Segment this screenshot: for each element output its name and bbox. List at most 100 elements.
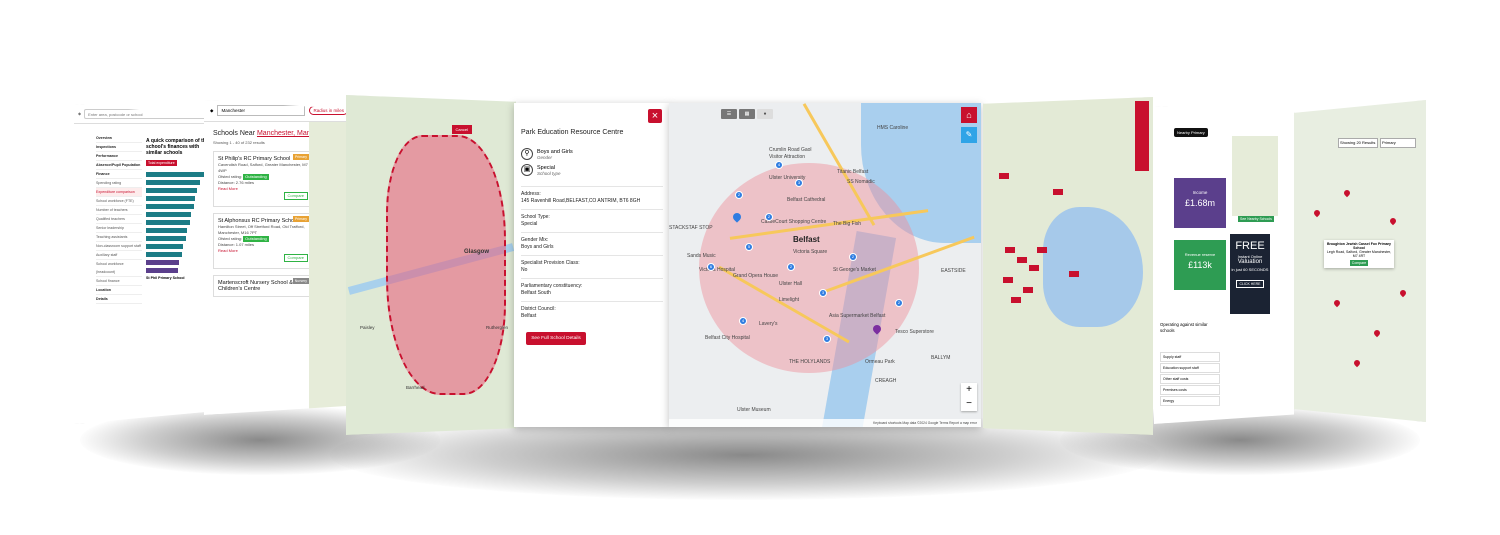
glasgow-map-screen[interactable]: Glasgow Paisley Barrhead Rutherglen Canc… — [346, 95, 516, 435]
nav-finance[interactable]: Finance — [96, 170, 142, 179]
see-nearby-button[interactable]: See Nearby Schools — [1238, 216, 1274, 222]
schools-near-screen: ◆ Manchester Radius in miles Schools Nea… — [204, 100, 354, 415]
cluster-marker[interactable]: 5 — [745, 243, 753, 251]
finance-overview-screen: Nearby Primary See Nearby Schools Income… — [1154, 106, 1294, 424]
school-card[interactable]: Primary St Philip's RC Primary School Ca… — [213, 151, 313, 207]
school-marker[interactable] — [1053, 189, 1063, 195]
title-prefix: Schools Near — [213, 130, 257, 137]
school-pin[interactable] — [1332, 298, 1342, 308]
nav-inspections[interactable]: Inspections — [96, 143, 142, 152]
regional-map-screen[interactable] — [983, 97, 1153, 435]
map-label: Ulster Hall — [779, 281, 803, 287]
nav-absence[interactable]: Absence/Pupil Population — [96, 161, 142, 170]
nav-expenditure[interactable]: Expenditure comparison — [96, 188, 142, 197]
school-card[interactable]: Primary St Alphonsus RC Primary School H… — [213, 213, 313, 269]
click-here-button[interactable]: CLICK HERE — [1236, 280, 1264, 288]
nav-headcount[interactable]: School workforce (headcount) — [96, 260, 142, 277]
nav-performance[interactable]: Performance — [96, 152, 142, 161]
school-pin[interactable] — [1398, 288, 1408, 298]
nav-noncls[interactable]: Non-classroom support staff — [96, 242, 142, 251]
school-title: Park Education Resource Centre — [521, 129, 624, 136]
nav-details[interactable]: Details — [96, 295, 142, 304]
nav-workforce[interactable]: School workforce (FTE) — [96, 197, 142, 206]
valuation-promo[interactable]: FREE Instant Online Valuation in just 60… — [1230, 234, 1270, 314]
grid-view-icon[interactable]: ▦ — [739, 109, 755, 119]
nav-aux[interactable]: Auxiliary staff — [96, 251, 142, 260]
school-marker[interactable] — [1069, 271, 1079, 277]
location-icon[interactable]: ● — [757, 109, 773, 119]
nav-spending[interactable]: Spending rating — [96, 179, 142, 188]
location-icon: ◆ — [78, 111, 82, 116]
cluster-marker[interactable]: 2 — [735, 191, 743, 199]
school-tooltip[interactable]: Broughton Jewish Cassel Fox Primary Scho… — [1324, 240, 1394, 268]
tab-total-expenditure[interactable]: Total expenditure — [146, 160, 177, 166]
people-icon: ⚲ — [521, 148, 533, 160]
catchment-area — [386, 135, 506, 395]
nearby-tag[interactable]: Nearby Primary — [1174, 128, 1208, 137]
school-marker[interactable] — [1037, 247, 1047, 253]
bar — [146, 172, 206, 177]
nav-senior[interactable]: Senior leadership — [96, 224, 142, 233]
promo-title: FREE — [1235, 240, 1265, 252]
compare-button[interactable]: Compare — [1349, 260, 1369, 266]
map-label: CREAGH — [875, 378, 897, 384]
cluster-marker[interactable]: 2 — [849, 253, 857, 261]
school-pin[interactable] — [1388, 216, 1398, 226]
school-marker[interactable] — [1005, 247, 1015, 253]
see-full-details-button[interactable]: See Full School Details — [526, 332, 586, 345]
school-marker[interactable] — [1029, 265, 1039, 271]
compare-button[interactable]: Compare — [283, 254, 308, 262]
school-card[interactable]: Nursery Martenscroft Nursery School & Ch… — [213, 275, 313, 297]
cluster-marker[interactable]: 4 — [775, 161, 783, 169]
search-input[interactable]: Enter area, postcode or school — [84, 108, 210, 119]
location-input[interactable]: Manchester — [217, 105, 306, 116]
nav-school-finance[interactable]: School finance — [96, 277, 142, 286]
radius-select[interactable]: Radius in miles — [309, 106, 348, 115]
cluster-marker[interactable]: 3 — [823, 335, 831, 343]
school-finder-map[interactable]: Showing 20 Results Primary Broughton Jew… — [1294, 100, 1426, 422]
map-label: Sands Music — [687, 253, 716, 259]
map-label: EASTSIDE — [941, 268, 966, 274]
map-label: Victoria Hospital — [699, 267, 736, 273]
map-label: Asia Supermarket Belfast — [829, 313, 886, 319]
cancel-button[interactable]: Cancel — [451, 125, 472, 134]
phase-select[interactable]: Primary — [1380, 138, 1416, 148]
map-label: Crumlin Road Gaol — [769, 147, 812, 153]
gender-row: ⚲ Boys and Girls Gender — [521, 148, 663, 160]
cluster-marker[interactable]: 3 — [819, 289, 827, 297]
cluster-marker[interactable]: 3 — [795, 179, 803, 187]
school-marker[interactable] — [1023, 287, 1033, 293]
nav-qualified[interactable]: Qualified teachers — [96, 215, 142, 224]
school-marker[interactable] — [1011, 297, 1021, 303]
bar — [146, 236, 186, 241]
school-marker[interactable] — [999, 173, 1009, 179]
cluster-marker[interactable]: 2 — [787, 263, 795, 271]
school-marker[interactable] — [1017, 257, 1027, 263]
map-toolbar[interactable] — [1135, 101, 1149, 171]
nav-location[interactable]: Location — [96, 286, 142, 295]
nav-overview[interactable]: Overview — [96, 134, 142, 143]
map-label: Lavery's — [759, 321, 778, 327]
zoom-out-button[interactable]: − — [961, 397, 977, 411]
cluster-marker[interactable]: 2 — [765, 213, 773, 221]
school-marker[interactable] — [1003, 277, 1013, 283]
school-pin[interactable] — [1372, 328, 1382, 338]
school-pin[interactable] — [1342, 188, 1352, 198]
school-pin[interactable] — [1312, 208, 1322, 218]
home-icon[interactable]: ⌂ — [961, 107, 977, 123]
nav-assistants[interactable]: Teaching assistants — [96, 233, 142, 242]
close-icon[interactable]: × — [648, 109, 662, 123]
results-select[interactable]: Showing 20 Results — [1338, 138, 1378, 148]
cluster-marker[interactable]: 6 — [707, 263, 715, 271]
school-pin[interactable] — [1352, 358, 1362, 368]
tooltip-address: Legh Road, Salford, Greater Manchester, … — [1326, 250, 1391, 258]
compare-button[interactable]: Compare — [283, 192, 308, 200]
mini-map[interactable] — [1232, 136, 1278, 216]
brush-icon[interactable]: ✎ — [961, 127, 977, 143]
belfast-map[interactable]: ☰ ▦ ● ⌂ ✎ Crumlin Road Gaol Visitor Attr… — [669, 103, 981, 427]
list-view-icon[interactable]: ☰ — [721, 109, 737, 119]
cluster-marker[interactable]: 2 — [895, 299, 903, 307]
nav-teachers[interactable]: Number of teachers — [96, 206, 142, 215]
zoom-in-button[interactable]: + — [961, 383, 977, 397]
cluster-marker[interactable]: 4 — [739, 317, 747, 325]
